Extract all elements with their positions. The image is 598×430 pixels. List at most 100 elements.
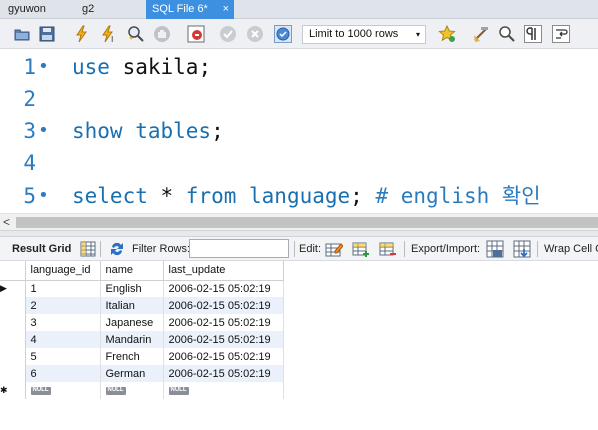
- line-number: 1: [23, 55, 36, 79]
- cell-language-id[interactable]: 5: [25, 348, 101, 365]
- wrap-text-icon[interactable]: [552, 25, 570, 43]
- cell-name[interactable]: Italian: [100, 297, 164, 314]
- new-row[interactable]: ✱ NULL NULL NULL: [0, 382, 284, 399]
- cell-language-id[interactable]: 2: [25, 297, 101, 314]
- panel-splitter[interactable]: [0, 230, 598, 237]
- statement-marker-icon: •: [38, 120, 49, 141]
- filter-rows-input[interactable]: [189, 239, 289, 258]
- edit-label: Edit:: [299, 243, 322, 255]
- current-row-marker-icon: ▶: [0, 280, 26, 297]
- scrollbar-thumb[interactable]: [16, 217, 598, 228]
- keyword: from: [185, 184, 237, 208]
- cell-name[interactable]: German: [100, 365, 164, 382]
- table-row[interactable]: 5 French 2006-02-15 05:02:19: [0, 348, 284, 365]
- editor-horizontal-scrollbar[interactable]: <: [0, 213, 598, 230]
- table-row[interactable]: 2 Italian 2006-02-15 05:02:19: [0, 297, 284, 314]
- grid-view-icon[interactable]: [79, 240, 97, 258]
- tab-label: SQL File 6*: [152, 3, 208, 15]
- cell-language-id[interactable]: 1: [25, 280, 101, 297]
- execute-lightning-icon[interactable]: [73, 25, 91, 43]
- punctuation: ;: [350, 184, 376, 208]
- column-header-last-update[interactable]: last_update: [163, 261, 284, 281]
- cell-name[interactable]: Japanese: [100, 314, 164, 331]
- cell-language-id-null[interactable]: NULL: [25, 382, 101, 399]
- table-row[interactable]: ▶ 1 English 2006-02-15 05:02:19: [0, 280, 284, 297]
- line-number: 5: [23, 184, 36, 208]
- import-icon[interactable]: [513, 240, 531, 258]
- tab-label: g2: [82, 3, 95, 15]
- cell-name[interactable]: French: [100, 348, 164, 365]
- limit-rows-select[interactable]: Limit to 1000 rows ▾: [302, 25, 426, 44]
- export-import-label: Export/Import:: [411, 243, 481, 255]
- sql-editor-toolbar: I Limit to 1000 rows ▾: [0, 19, 598, 49]
- commit-icon[interactable]: [219, 25, 237, 43]
- cell-last-update[interactable]: 2006-02-15 05:02:19: [163, 297, 284, 314]
- execute-current-lightning-icon[interactable]: I: [100, 25, 118, 43]
- code-text: show tables;: [72, 116, 224, 146]
- tab-sql-file-6[interactable]: SQL File 6* ×: [146, 0, 234, 19]
- svg-text:I: I: [111, 35, 113, 43]
- add-row-icon[interactable]: [352, 240, 370, 258]
- line-number: 4: [23, 151, 36, 175]
- result-grid-label[interactable]: Result Grid: [12, 243, 71, 255]
- row-header: [0, 297, 26, 314]
- line-number: 2: [23, 87, 36, 111]
- cell-last-update[interactable]: 2006-02-15 05:02:19: [163, 331, 284, 348]
- cell-last-update-null[interactable]: NULL: [163, 382, 284, 399]
- header-row: language_id name last_update: [0, 261, 284, 281]
- result-toolbar: Result Grid Filter Rows: Edit: Export/Im…: [0, 237, 598, 261]
- cell-name[interactable]: Mandarin: [100, 331, 164, 348]
- cell-last-update[interactable]: 2006-02-15 05:02:19: [163, 314, 284, 331]
- row-header-corner: [0, 261, 26, 281]
- table-row[interactable]: 6 German 2006-02-15 05:02:19: [0, 365, 284, 382]
- comment: # english 확인: [375, 184, 541, 208]
- code-text: use sakila;: [72, 52, 211, 82]
- cell-last-update[interactable]: 2006-02-15 05:02:19: [163, 280, 284, 297]
- add-snippet-star-icon[interactable]: [438, 25, 456, 43]
- column-header-name[interactable]: name: [100, 261, 164, 281]
- toggle-error-icon[interactable]: [187, 25, 205, 43]
- null-badge: NULL: [168, 386, 189, 395]
- null-badge: NULL: [105, 386, 126, 395]
- tab-g2[interactable]: g2: [82, 0, 94, 19]
- cell-language-id[interactable]: 3: [25, 314, 101, 331]
- sql-editor[interactable]: 1 • use sakila; 2 3 • show tables; 4 5 •…: [0, 49, 598, 213]
- scroll-left-icon[interactable]: <: [3, 215, 10, 229]
- autocommit-icon[interactable]: [274, 25, 292, 43]
- stop-hand-icon[interactable]: [153, 25, 171, 43]
- invisible-chars-icon[interactable]: [524, 25, 542, 43]
- beautify-broom-icon[interactable]: [472, 25, 490, 43]
- table-row[interactable]: 4 Mandarin 2006-02-15 05:02:19: [0, 331, 284, 348]
- statement-marker-icon: •: [38, 185, 49, 206]
- cell-last-update[interactable]: 2006-02-15 05:02:19: [163, 365, 284, 382]
- cell-name-null[interactable]: NULL: [100, 382, 164, 399]
- close-tab-icon[interactable]: ×: [223, 0, 229, 18]
- row-header: [0, 331, 26, 348]
- cell-language-id[interactable]: 4: [25, 331, 101, 348]
- export-icon[interactable]: [486, 240, 504, 258]
- column-header-language-id[interactable]: language_id: [25, 261, 101, 281]
- filter-rows-label: Filter Rows:: [132, 243, 191, 255]
- tab-gyuwon[interactable]: gyuwon: [8, 0, 46, 19]
- wrap-cell-content-label[interactable]: Wrap Cell C: [544, 243, 598, 255]
- result-grid[interactable]: language_id name last_update ▶ 1 English…: [0, 261, 598, 430]
- cell-language-id[interactable]: 6: [25, 365, 101, 382]
- cell-last-update[interactable]: 2006-02-15 05:02:19: [163, 348, 284, 365]
- save-icon[interactable]: [38, 25, 56, 43]
- explain-magnifier-icon[interactable]: [127, 25, 145, 43]
- limit-rows-value: Limit to 1000 rows: [309, 28, 399, 40]
- identifier: sakila;: [109, 55, 212, 79]
- refresh-icon[interactable]: [108, 240, 126, 258]
- row-header: [0, 365, 26, 382]
- editor-tab-bar: gyuwon g2 SQL File 6* ×: [0, 0, 598, 19]
- edit-row-icon[interactable]: [325, 240, 343, 258]
- table-row[interactable]: 3 Japanese 2006-02-15 05:02:19: [0, 314, 284, 331]
- rollback-icon[interactable]: [246, 25, 264, 43]
- line-number: 3: [23, 119, 36, 143]
- cell-name[interactable]: English: [100, 280, 164, 297]
- null-badge: NULL: [30, 386, 51, 395]
- open-file-icon[interactable]: [13, 25, 31, 43]
- separator: [294, 241, 295, 257]
- find-icon[interactable]: [498, 25, 516, 43]
- delete-row-icon[interactable]: [379, 240, 397, 258]
